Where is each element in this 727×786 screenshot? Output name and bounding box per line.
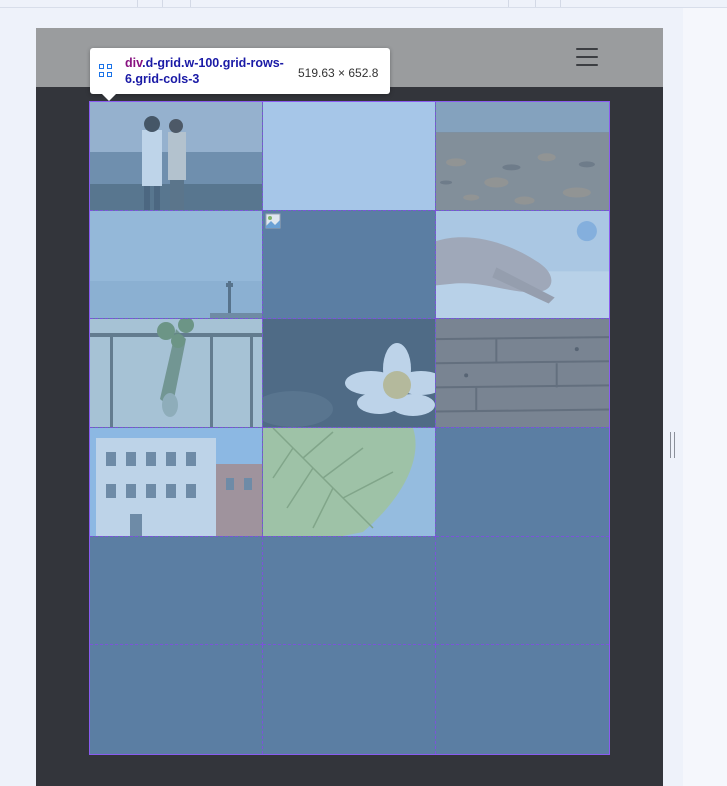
grid-cell-photo-plant[interactable] <box>90 319 263 428</box>
tooltip-size: 519.63 × 652.8 <box>298 66 379 80</box>
ruler-tick <box>560 0 561 7</box>
grid-cell-photo-wood[interactable] <box>436 319 609 428</box>
grid-cell-empty <box>90 645 263 754</box>
grid-cell-empty <box>90 536 263 646</box>
grid-cell-photo-leaves[interactable] <box>436 102 609 211</box>
grid-cell-photo-lily[interactable] <box>263 319 436 428</box>
photo-couple-by-sea <box>90 102 262 210</box>
grid-cell-empty <box>436 537 609 646</box>
hamburger-menu-icon[interactable] <box>576 48 598 66</box>
ruler-tick <box>535 0 536 7</box>
page-viewport <box>36 28 663 786</box>
broken-image <box>263 210 435 319</box>
devtools-side-rail <box>683 8 727 786</box>
image-grid <box>89 101 610 755</box>
grid-cell-empty <box>436 645 609 754</box>
devtools-inspect-tooltip: div.d-grid.w-100.grid-rows-6.grid-cols-3… <box>90 48 390 101</box>
photo-dry-leaves <box>436 102 609 210</box>
ruler-tick <box>508 0 509 7</box>
tooltip-tag: div <box>125 56 143 70</box>
photo-hand-on-table <box>436 210 609 319</box>
devtools-top-ruler <box>0 0 727 8</box>
photo-calm-sea-pier <box>90 210 262 319</box>
grid-cell-blank[interactable] <box>263 102 436 211</box>
grid-cell-empty <box>436 428 609 537</box>
tooltip-classes: .d-grid.w-100.grid-rows-6.grid-cols-3 <box>125 56 284 86</box>
ruler-tick <box>190 0 191 7</box>
photo-wooden-planks <box>436 319 609 427</box>
photo-green-leaf <box>263 427 435 536</box>
grid-cell-photo-couple[interactable] <box>90 102 263 211</box>
grid-layout-icon <box>99 64 113 78</box>
tooltip-selector: div.d-grid.w-100.grid-rows-6.grid-cols-3 <box>125 55 290 87</box>
grid-cell-broken-image[interactable] <box>263 210 436 320</box>
grid-cell-empty <box>263 536 436 646</box>
photo-blank <box>263 102 435 210</box>
grid-cell-photo-hand[interactable] <box>436 210 609 320</box>
grid-cell-photo-building[interactable] <box>90 427 263 537</box>
ruler-tick <box>137 0 138 7</box>
viewport-resize-handle[interactable] <box>670 432 676 458</box>
grid-cell-photo-sea[interactable] <box>90 210 263 320</box>
photo-water-lily <box>263 319 435 427</box>
grid-cell-empty <box>263 645 436 754</box>
photo-plant-in-vase <box>90 319 262 427</box>
ruler-tick <box>162 0 163 7</box>
grid-cell-photo-leaf[interactable] <box>263 427 436 537</box>
photo-white-building <box>90 427 262 536</box>
broken-image-icon <box>265 213 281 229</box>
